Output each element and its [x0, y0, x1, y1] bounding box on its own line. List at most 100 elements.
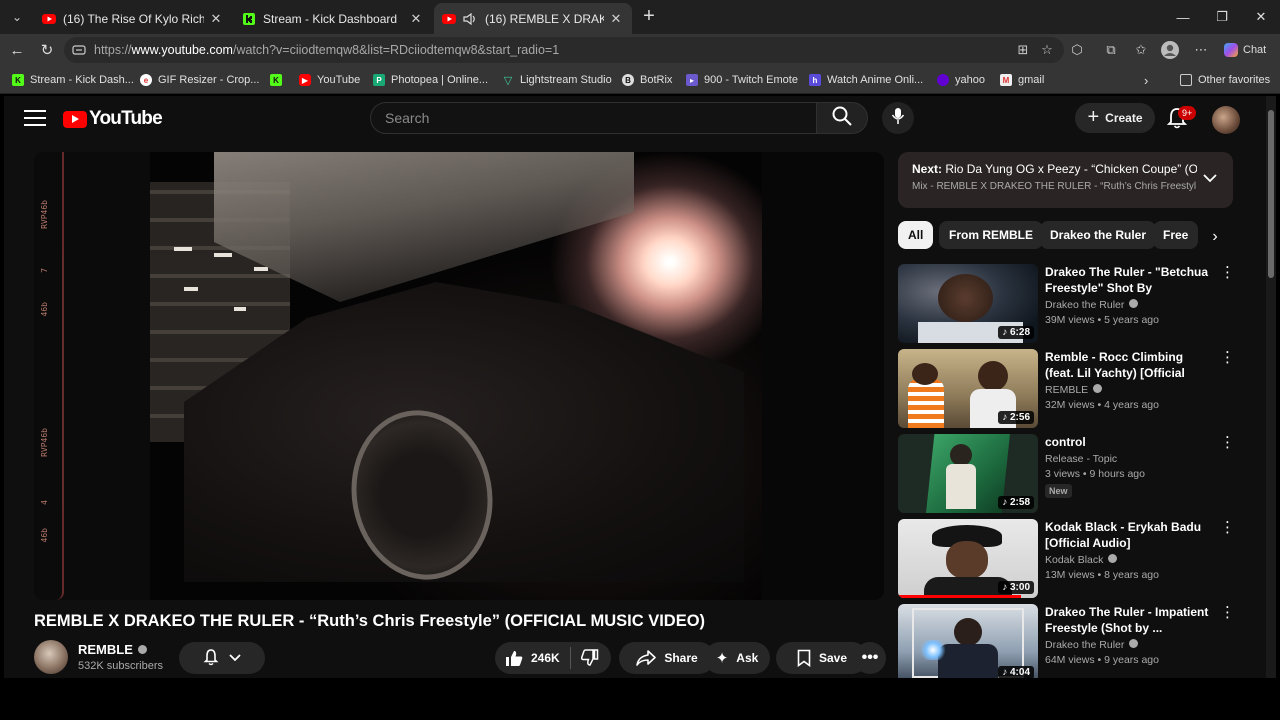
chip-from-remble[interactable]: From REMBLE [939, 221, 1043, 249]
bookmark-kick-dashboard[interactable]: K Stream - Kick Dash... [12, 72, 134, 88]
chevron-down-icon [229, 651, 241, 665]
bookmark-twitch-emote[interactable]: ▸ 900 - Twitch Emote [686, 72, 798, 88]
search-input[interactable] [383, 109, 816, 127]
kick-icon [242, 12, 256, 26]
ask-label: Ask [736, 651, 759, 665]
menu-hamburger-icon[interactable] [24, 110, 46, 126]
video-thumbnail[interactable]: ♪ 6:28 [898, 264, 1038, 343]
favorites-icon[interactable]: ✩ [1132, 41, 1150, 59]
share-label: Share [664, 651, 698, 665]
chip-all[interactable]: All [898, 221, 934, 249]
minimize-button[interactable]: — [1164, 0, 1202, 34]
like-dislike-group: 246K [495, 642, 611, 674]
video-title[interactable]: control [1045, 434, 1213, 450]
chevron-down-icon[interactable] [1203, 170, 1217, 186]
url-host: www.youtube.com [131, 43, 233, 57]
more-vertical-icon[interactable]: ⋮ [1220, 350, 1235, 365]
channel-name-text: REMBLE [1045, 384, 1089, 396]
next-title-line: Next: Rio Da Yung OG x Peezy - “Chicken … [912, 162, 1197, 176]
bookmark-gif-resizer[interactable]: e GIF Resizer - Crop... [140, 72, 259, 88]
bookmark-lightstream[interactable]: ▽ Lightstream Studio [502, 72, 612, 88]
like-button[interactable]: 246K [505, 649, 560, 667]
split-screen-icon[interactable]: ⧉ [1102, 41, 1120, 59]
chips-next-chevron-icon[interactable]: › [1204, 224, 1226, 250]
lightstream-icon: ▽ [503, 74, 513, 87]
page-scrollbar[interactable] [1266, 96, 1276, 678]
bookmark-youtube[interactable]: ▶ YouTube [299, 72, 360, 88]
video-thumbnail[interactable]: ♪ 2:58 [898, 434, 1038, 513]
speaker-icon[interactable] [463, 12, 477, 26]
dislike-button[interactable] [580, 649, 599, 667]
video-thumbnail[interactable]: ♪ 2:56 [898, 349, 1038, 428]
site-info-icon[interactable] [72, 44, 86, 56]
recommended-video[interactable]: ♪ 6:28 Drakeo The Ruler - "Betchua Frees… [898, 264, 1238, 344]
bookmarks-overflow-chevron-icon[interactable]: › [1144, 72, 1148, 88]
back-button[interactable]: ← [5, 39, 29, 61]
channel-name[interactable]: Drakeo the Ruler [1045, 299, 1213, 311]
video-player[interactable]: RVP46b 7 46b RVP46b 4 46b [34, 152, 884, 600]
video-thumbnail[interactable]: ♪ 3:00 [898, 519, 1038, 598]
bookmark-watch-anime[interactable]: h Watch Anime Onli... [809, 72, 923, 88]
chip-freestyle[interactable]: Free [1153, 221, 1199, 249]
channel-avatar[interactable] [34, 640, 68, 674]
recommended-video[interactable]: ♪ 3:00 Kodak Black - Erykah Badu [Offici… [898, 519, 1238, 599]
maximize-button[interactable]: ❐ [1203, 0, 1241, 34]
video-title[interactable]: Remble - Rocc Climbing (feat. Lil Yachty… [1045, 349, 1213, 381]
other-favorites-folder[interactable]: Other favorites [1180, 72, 1270, 88]
channel-name[interactable]: Drakeo the Ruler [1045, 639, 1213, 651]
voice-search-button[interactable] [882, 102, 914, 134]
extensions-icon[interactable]: ⬡ [1068, 41, 1086, 59]
settings-more-icon[interactable]: ⋯ [1192, 41, 1210, 59]
browser-tab-0[interactable]: (16) The Rise Of Kylo Richmond... ✕ [34, 3, 232, 34]
search-button[interactable] [816, 102, 868, 134]
video-title[interactable]: Kodak Black - Erykah Badu [Official Audi… [1045, 519, 1213, 551]
more-vertical-icon[interactable]: ⋮ [1220, 520, 1235, 535]
up-next-mix-panel[interactable]: Next: Rio Da Yung OG x Peezy - “Chicken … [898, 152, 1233, 208]
share-button[interactable]: Share [619, 642, 715, 674]
favorite-star-icon[interactable]: ☆ [1038, 41, 1056, 59]
bookmark-gmail[interactable]: Mgmail [1000, 72, 1044, 88]
channel-name[interactable]: Release - Topic [1045, 453, 1213, 465]
bookmark-kick[interactable]: K [270, 72, 288, 88]
video-title[interactable]: Drakeo The Ruler - "Betchua Freestyle" S… [1045, 264, 1213, 296]
channel-name[interactable]: REMBLE [1045, 384, 1213, 396]
video-duration: ♪ 2:58 [998, 496, 1034, 509]
ask-button[interactable]: ✦ Ask [704, 642, 770, 674]
subscription-notifications-button[interactable] [179, 642, 265, 674]
browser-tab-2-active[interactable]: (16) REMBLE X DRAKEO THE R... ✕ [434, 3, 632, 34]
profile-icon[interactable] [1161, 41, 1179, 59]
close-icon[interactable]: ✕ [408, 11, 424, 27]
address-bar[interactable]: https://www.youtube.com/watch?v=ciiodtem… [64, 37, 1064, 63]
chip-drakeo-the-ruler[interactable]: Drakeo the Ruler [1040, 221, 1157, 249]
tab-actions-menu-button[interactable]: ⌄ [6, 6, 28, 28]
bookmark-botrix[interactable]: B BotRix [622, 72, 672, 88]
close-icon[interactable]: ✕ [608, 11, 624, 27]
video-title[interactable]: Drakeo The Ruler - Impatient Freestyle (… [1045, 604, 1213, 636]
more-vertical-icon[interactable]: ⋮ [1220, 605, 1235, 620]
browser-tab-1[interactable]: Stream - Kick Dashboard ✕ [234, 3, 432, 34]
video-meta: 32M views • 4 years ago [1045, 399, 1159, 411]
window-close-button[interactable]: ✕ [1242, 0, 1280, 34]
account-avatar[interactable] [1212, 106, 1240, 134]
more-vertical-icon[interactable]: ⋮ [1220, 265, 1235, 280]
bookmark-yahoo[interactable]: yahoo [937, 72, 985, 88]
channel-name[interactable]: Kodak Black [1045, 554, 1213, 566]
recommended-video[interactable]: ♪ 4:04 Drakeo The Ruler - Impatient Free… [898, 604, 1238, 678]
copilot-chat-button[interactable]: Chat [1218, 39, 1272, 61]
verified-badge-icon [137, 645, 147, 654]
app-available-icon[interactable]: ⊞ [1014, 41, 1032, 59]
video-thumbnail[interactable]: ♪ 4:04 [898, 604, 1038, 678]
film-mark: 7 [40, 268, 49, 273]
bookmark-photopea[interactable]: P Photopea | Online... [373, 72, 488, 88]
recommended-video[interactable]: ♪ 2:58 control Release - Topic 3 views •… [898, 434, 1238, 514]
scrollbar-thumb[interactable] [1268, 110, 1274, 278]
youtube-logo[interactable]: YouTube [63, 108, 163, 130]
recommended-video[interactable]: ♪ 2:56 Remble - Rocc Climbing (feat. Lil… [898, 349, 1238, 429]
new-tab-button[interactable]: + [638, 6, 660, 28]
reload-button[interactable]: ↻ [35, 39, 59, 61]
more-vertical-icon[interactable]: ⋮ [1220, 435, 1235, 450]
channel-name[interactable]: REMBLE [78, 642, 147, 657]
more-actions-button[interactable]: ••• [854, 642, 886, 674]
close-icon[interactable]: ✕ [208, 11, 224, 27]
create-button[interactable]: + Create [1075, 103, 1155, 133]
